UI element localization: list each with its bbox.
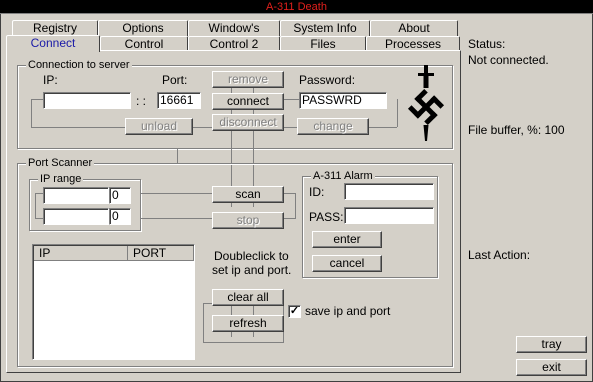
status-label: Status: [468, 37, 506, 51]
connector-line [177, 149, 178, 163]
column-ip[interactable]: IP [34, 246, 128, 261]
tab-connect[interactable]: Connect [6, 35, 100, 52]
range-end-input[interactable] [43, 208, 109, 225]
tray-button[interactable]: tray [516, 336, 587, 353]
connector-line [193, 127, 213, 128]
connector-line [369, 127, 397, 128]
connect-button[interactable]: connect [212, 93, 284, 110]
connector-line [31, 127, 127, 128]
connector-line [141, 193, 212, 194]
save-ip-port-checkbox[interactable]: ✓ [288, 305, 301, 318]
range-start-input[interactable] [43, 187, 109, 204]
remove-button[interactable]: remove [212, 71, 284, 88]
connect-panel: Connection to server IP: Port: Password:… [6, 50, 461, 373]
alarm-id-input[interactable] [344, 183, 434, 200]
alarm-id-label: ID: [309, 185, 325, 199]
port-scanner-title: Port Scanner [26, 156, 95, 170]
refresh-button[interactable]: refresh [212, 315, 284, 332]
column-port[interactable]: PORT [128, 246, 194, 261]
alarm-enter-button[interactable]: enter [312, 231, 382, 248]
tab-registry[interactable]: Registry [12, 20, 98, 36]
hint-text-line2: set ip and port. [212, 263, 292, 277]
status-value: Not connected. [468, 53, 549, 67]
connector-line [203, 303, 204, 343]
connector-line [283, 218, 295, 219]
save-ip-port-label: save ip and port [305, 304, 391, 318]
ip-port-separator: : : [136, 94, 147, 108]
hint-text-line1: Doubleclick to [214, 249, 289, 263]
window-title: A-311 Death [0, 0, 593, 14]
stop-button[interactable]: stop [212, 212, 284, 229]
connector-line [203, 342, 283, 343]
swastika-dagger-icon [407, 65, 445, 141]
tab-options[interactable]: Options [98, 20, 188, 36]
connector-line [31, 99, 43, 100]
alarm-pass-input[interactable] [344, 207, 434, 224]
last-action-label: Last Action: [468, 248, 531, 262]
scan-button[interactable]: scan [212, 186, 284, 203]
ip-label: IP: [43, 73, 58, 87]
alarm-cancel-button[interactable]: cancel [312, 255, 382, 272]
connection-group-title: Connection to server [26, 58, 132, 72]
tab-about[interactable]: About [370, 20, 458, 36]
connector-line [397, 99, 398, 127]
range-end-octet[interactable]: 0 [109, 208, 131, 225]
connector-line [141, 218, 212, 219]
unload-button[interactable]: unload [125, 118, 193, 135]
connector-line [35, 218, 43, 219]
range-start-octet[interactable]: 0 [109, 187, 131, 204]
exit-button[interactable]: exit [516, 359, 587, 376]
password-input[interactable]: PASSWRD [299, 92, 387, 109]
file-buffer-text: File buffer, %: 100 [468, 123, 565, 137]
clear-all-button[interactable]: clear all [212, 289, 284, 306]
tab-system-info[interactable]: System Info [280, 20, 370, 36]
tab-windows[interactable]: Window's [188, 20, 280, 36]
port-input[interactable]: 16661 [157, 92, 201, 109]
port-label: Port: [162, 73, 188, 87]
ip-input[interactable] [43, 92, 131, 109]
change-button[interactable]: change [297, 118, 369, 135]
connector-line [35, 193, 36, 219]
connector-line [35, 193, 43, 194]
disconnect-button[interactable]: disconnect [212, 114, 284, 131]
alarm-title: A-311 Alarm [311, 169, 375, 183]
connector-line [283, 193, 295, 194]
connector-line [295, 193, 296, 219]
alarm-pass-label: PASS: [309, 210, 344, 224]
connector-line [31, 99, 32, 127]
connector-line [283, 99, 299, 100]
connector-line [283, 127, 297, 128]
ip-range-title: IP range [38, 172, 84, 186]
password-label: Password: [299, 73, 356, 87]
scan-results-list[interactable]: IP PORT [32, 244, 195, 360]
